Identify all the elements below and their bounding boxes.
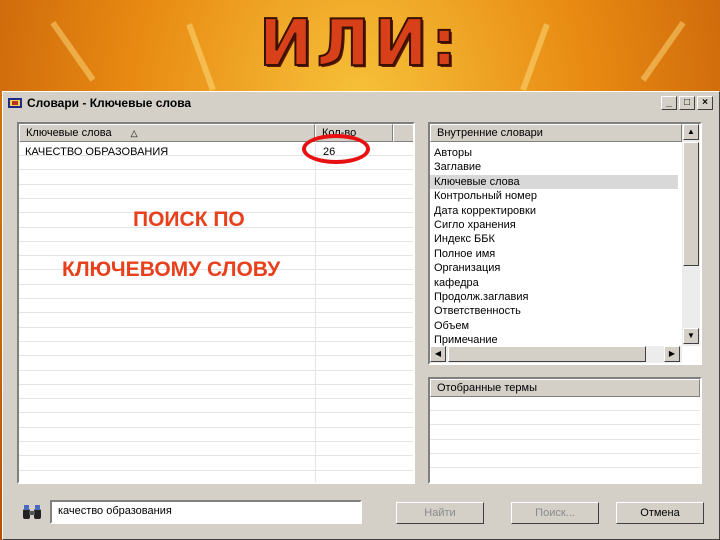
find-button[interactable]: Найти [396, 502, 484, 524]
table-row [19, 342, 413, 357]
column-header-keyword[interactable]: Ключевые слова △ [19, 124, 315, 142]
term-row [430, 397, 700, 411]
term-row [430, 454, 700, 469]
term-row [430, 411, 700, 426]
dictionaries-header: Внутренние словари [430, 124, 682, 142]
column-header-label: Ключевые слова [26, 127, 112, 139]
dictionary-item[interactable]: Ответственность [430, 304, 678, 318]
selected-terms-header: Отобранные термы [430, 379, 700, 397]
app-icon [7, 96, 23, 110]
annotation-line-2: КЛЮЧЕВОМУ СЛОВУ [62, 258, 281, 281]
term-row [430, 440, 700, 454]
keywords-table[interactable]: Ключевые слова △ Кол-во КАЧЕСТВО ОБРАЗОВ… [17, 122, 415, 484]
sort-ascending-icon: △ [130, 128, 138, 138]
dictionary-item[interactable]: Организация [430, 261, 678, 275]
table-row [19, 399, 413, 414]
close-button[interactable]: × [697, 96, 713, 110]
maximize-button[interactable]: □ [679, 96, 695, 110]
dictionary-item[interactable]: Объем [430, 319, 678, 333]
binoculars-icon [22, 504, 42, 520]
dictionary-item[interactable]: кафедра [430, 276, 678, 290]
term-row [430, 426, 700, 440]
annotation-line-1: ПОИСК ПО [133, 208, 245, 231]
horizontal-scrollbar[interactable]: ◀ ▶ [430, 346, 682, 363]
search-input[interactable]: качество образования [50, 500, 362, 524]
table-row [19, 171, 413, 185]
dictionary-item[interactable]: Продолж.заглавия [430, 290, 678, 304]
window-titlebar[interactable]: Словари - Ключевые слова _ □ × [5, 94, 717, 112]
table-row [19, 285, 413, 299]
table-row [19, 385, 413, 400]
table-row [19, 299, 413, 314]
dictionaries-list[interactable]: Внутренние словари Авторы Заглавие Ключевы… [428, 122, 702, 365]
vertical-scrollbar[interactable]: ▲ ▼ [682, 124, 700, 346]
scroll-down-button[interactable]: ▼ [683, 328, 699, 344]
scroll-right-button[interactable]: ▶ [664, 346, 680, 362]
term-row [430, 469, 700, 482]
dictionary-item[interactable]: Дата корректировки [430, 204, 678, 218]
scroll-up-button[interactable]: ▲ [683, 124, 699, 140]
table-row [19, 457, 413, 471]
table-row [19, 185, 413, 199]
window-title: Словари - Ключевые слова [27, 96, 192, 110]
table-row [19, 242, 413, 257]
horizontal-scroll-thumb[interactable] [448, 346, 646, 362]
table-row [19, 328, 413, 342]
scroll-thumb[interactable] [683, 142, 699, 266]
search-button[interactable]: Поиск... [511, 502, 599, 524]
dictionary-item[interactable]: Полное имя [430, 247, 678, 261]
dictionary-item[interactable]: Сигло хранения [430, 218, 678, 232]
table-row [19, 428, 413, 442]
scroll-left-button[interactable]: ◀ [430, 346, 446, 362]
table-row [19, 442, 413, 457]
dictionary-item[interactable]: Авторы [430, 146, 678, 160]
table-row [19, 357, 413, 371]
keyword-cell[interactable]: КАЧЕСТВО ОБРАЗОВАНИЯ [25, 145, 168, 159]
table-row [19, 471, 413, 482]
minimize-button[interactable]: _ [661, 96, 677, 110]
column-header-filler [393, 124, 413, 142]
cancel-button[interactable]: Отмена [616, 502, 704, 524]
dictionary-item[interactable]: Заглавие [430, 160, 678, 174]
selected-terms-list[interactable]: Отобранные термы [428, 377, 702, 484]
dictionary-item[interactable]: Контрольный номер [430, 189, 678, 203]
slide-title: ИЛИ: [258, 6, 461, 82]
table-row [19, 371, 413, 385]
dictionary-item[interactable]: Индекс ББК [430, 232, 678, 246]
dictionary-item[interactable]: Ключевые слова [430, 174, 678, 190]
table-row [19, 314, 413, 328]
table-row [19, 414, 413, 428]
highlight-circle [302, 134, 370, 164]
